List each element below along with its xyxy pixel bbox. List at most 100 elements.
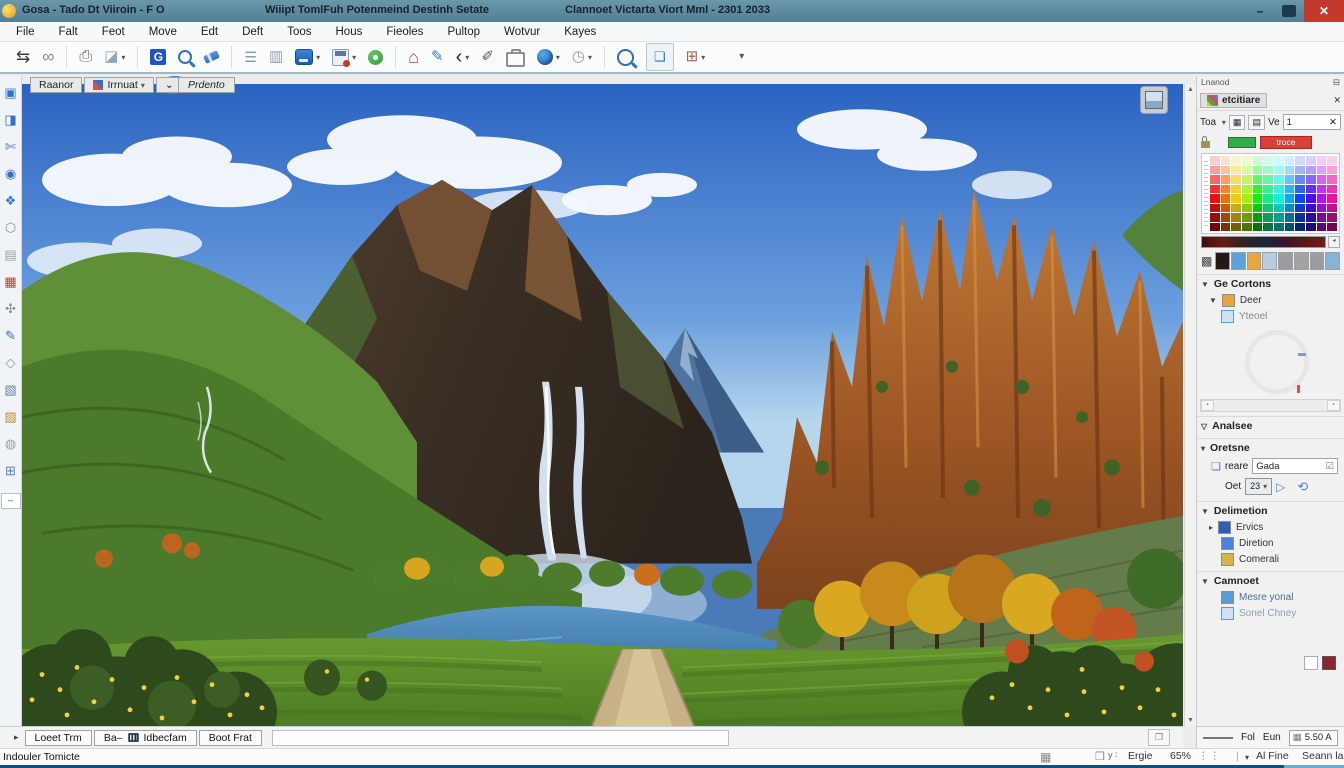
zoom-value-box[interactable]: ▦ 5.50 A [1289,730,1338,746]
bottom-tab-1[interactable]: Loeet Trm [25,730,92,746]
palette-color-cell[interactable] [1210,175,1220,184]
palette-color-cell[interactable] [1274,204,1284,213]
cut-tool-icon[interactable]: ✄ [2,138,20,156]
list-icon[interactable]: ☰ [244,45,257,69]
page-layout-icon[interactable]: ❐ [1095,750,1105,763]
palette-color-cell[interactable] [1327,223,1337,232]
green-color-tab[interactable] [1228,137,1256,148]
expand-icon[interactable]: ▼ [1201,280,1209,289]
palette-color-cell[interactable] [1221,166,1231,175]
palette-color-cell[interactable] [1221,175,1231,184]
palette-color-cell[interactable] [1253,204,1263,213]
print-icon[interactable]: ⎙ [79,45,92,69]
palette-color-cell[interactable] [1231,194,1241,203]
target-tool-icon[interactable]: ◉ [2,165,20,183]
palette-color-cell[interactable] [1242,185,1252,194]
palette-color-cell[interactable] [1242,175,1252,184]
palette-color-cell[interactable] [1210,156,1220,165]
slider-line-icon[interactable] [1203,737,1233,739]
palette-color-cell[interactable] [1253,156,1263,165]
palette-color-cell[interactable] [1285,223,1295,232]
dots-grid-icon[interactable]: ⋮⋮ [1198,750,1221,762]
briefcase-icon[interactable] [506,45,525,69]
palette-color-cell[interactable] [1274,213,1284,222]
page-fold-icon[interactable]: ◪▾ [104,45,125,69]
canvas-tab-irrnuat[interactable]: Irrnuat▾ [84,77,153,93]
palette-color-cell[interactable] [1306,156,1316,165]
palette-color-cell[interactable] [1317,194,1327,203]
eraser-icon[interactable] [204,45,219,69]
color-swatch[interactable] [1262,252,1277,270]
palette-color-cell[interactable] [1317,166,1327,175]
select-tool-icon[interactable]: ▣ [2,84,20,102]
color-swatch[interactable] [1215,252,1230,270]
palette-color-cell[interactable] [1295,185,1305,194]
palette-color-cell[interactable] [1274,223,1284,232]
tree-item-comerali[interactable]: Comerali [1197,551,1344,567]
palette-color-cell[interactable] [1253,175,1263,184]
hex-tool-icon[interactable]: ⬡ [2,219,20,237]
clear-icon[interactable]: ✕ [1329,117,1337,128]
letter-g-icon[interactable]: G [150,45,166,69]
horizontal-scrollbar[interactable] [272,730,729,746]
palette-color-cell[interactable] [1263,166,1273,175]
canvas-vertical-scrollbar[interactable]: ▲ ▼ [1184,84,1196,726]
palette-color-cell[interactable] [1253,185,1263,194]
palette-color-cell[interactable] [1231,185,1241,194]
palette-color-cell[interactable] [1306,204,1316,213]
floating-label[interactable]: Prdento [178,77,235,93]
edit-check-icon[interactable]: ☑ [1325,461,1334,472]
palette-color-cell[interactable] [1253,223,1263,232]
expand-icon[interactable]: ▸ [1209,523,1213,532]
tree-item-sonel-chney[interactable]: Sonel Chney [1197,605,1344,621]
palette-color-cell[interactable] [1274,185,1284,194]
color-swatch[interactable] [1310,252,1325,270]
palette-color-cell[interactable] [1221,156,1231,165]
tree-item-yteoel[interactable]: Yteoel [1197,308,1344,324]
reare-input[interactable]: Gada ☑ [1252,458,1338,474]
canvas-badge-icon[interactable] [1140,86,1168,114]
hatch-tool-icon[interactable]: ▧ [2,381,20,399]
engine-label[interactable]: Ergie [1128,750,1153,762]
plus-grid-tool-icon[interactable]: ⊞ [2,462,20,480]
menu-item-deft[interactable]: Deft [230,26,275,38]
palette-color-cell[interactable] [1274,156,1284,165]
globe-icon[interactable]: ▾ [537,45,560,69]
fol-label[interactable]: Fol [1241,732,1255,743]
scroll-down-icon[interactable]: ▼ [1185,717,1196,724]
palette-color-cell[interactable] [1210,223,1220,232]
menu-item-fieoles[interactable]: Fieoles [374,26,435,38]
palette-color-cell[interactable] [1327,175,1337,184]
menu-item-kayes[interactable]: Kayes [552,26,608,38]
grid-red-tool-icon[interactable]: ▦ [2,273,20,291]
color-swatch[interactable] [1325,252,1340,270]
rows-tool-icon[interactable]: ▤ [2,246,20,264]
palette-color-cell[interactable] [1221,223,1231,232]
menu-item-edt[interactable]: Edt [189,26,230,38]
folder-tool-icon[interactable]: ▨ [2,408,20,426]
palette-color-cell[interactable] [1253,166,1263,175]
tab-scroll-arrow[interactable]: ▸ [14,732,19,743]
palette-color-cell[interactable] [1263,223,1273,232]
section-header[interactable]: ▼ Ge Cortons [1197,275,1344,292]
play-icon[interactable]: ▷ [1276,480,1285,494]
palette-color-cell[interactable] [1317,204,1327,213]
palette-color-cell[interactable] [1263,175,1273,184]
palette-color-cell[interactable] [1327,156,1337,165]
palette-color-cell[interactable] [1263,156,1273,165]
expand-icon[interactable]: ▼ [1209,296,1217,305]
seann-label[interactable]: Seann la [1302,750,1343,762]
go-icon[interactable] [368,45,383,69]
grid-button[interactable]: ▦ [1229,115,1246,130]
palette-color-cell[interactable] [1327,194,1337,203]
more-tools-button[interactable]: – [1,493,21,509]
palette-color-cell[interactable] [1317,223,1327,232]
palette-color-cell[interactable] [1263,185,1273,194]
palette-color-cell[interactable] [1317,175,1327,184]
menu-item-feot[interactable]: Feot [90,26,137,38]
canvas-tab-raanor[interactable]: Raanor [30,77,82,93]
menu-item-pultop[interactable]: Pultop [435,26,492,38]
gradient-button[interactable]: ◂ [1328,236,1340,248]
palette-color-cell[interactable] [1221,194,1231,203]
chevron-left-icon[interactable]: ‹▾ [456,45,470,69]
